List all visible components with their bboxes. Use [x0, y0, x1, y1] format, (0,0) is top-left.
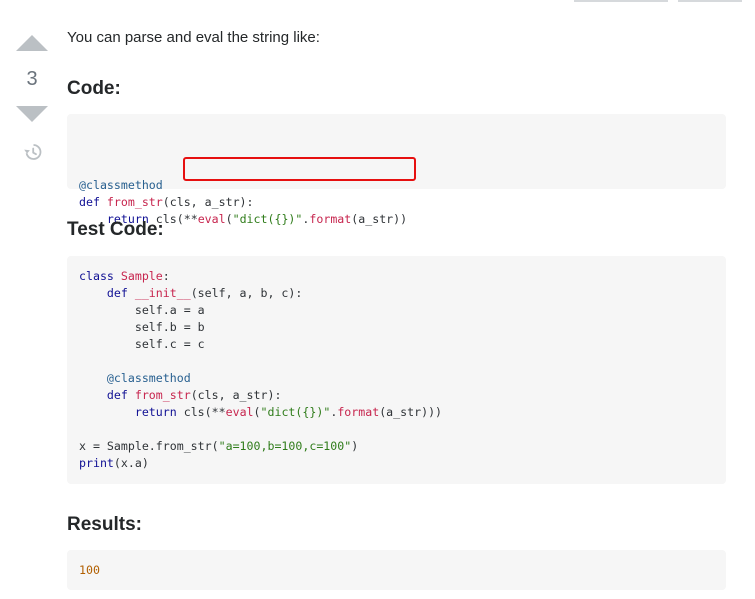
top-divider-left	[574, 0, 668, 2]
code-line: @classmethod	[106, 371, 191, 385]
code-line: print(x.a)	[79, 456, 149, 470]
code-line: def from_str(cls, a_str):	[106, 388, 282, 402]
code-line: return cls(**eval("dict({})".format(a_st…	[134, 405, 443, 419]
heading-test-code: Test Code:	[67, 219, 164, 240]
code-line: self.c = c	[79, 337, 205, 351]
code-line: def from_str(cls, a_str):	[79, 195, 254, 209]
code-line: x = Sample.from_str("a=100,b=100,c=100")	[79, 439, 359, 453]
upvote-arrow-icon[interactable]	[16, 35, 48, 51]
code-block-results: 100	[67, 550, 726, 590]
code-line: 100	[79, 563, 100, 577]
downvote-arrow-icon[interactable]	[16, 106, 48, 122]
top-divider-right	[678, 0, 742, 2]
code-block-test: class Sample: def __init__(self, a, b, c…	[67, 256, 726, 484]
code-line: @classmethod	[79, 178, 163, 192]
code-line: return cls(**eval("dict({})".format(a_st…	[106, 212, 408, 226]
code-block-main: @classmethod def from_str(cls, a_str): re…	[67, 114, 726, 226]
code-line: self.a = a	[79, 303, 205, 317]
answer-intro-text: You can parse and eval the string like:	[67, 29, 320, 46]
heading-code: Code:	[67, 78, 121, 99]
code-line: self.b = b	[79, 320, 205, 334]
vote-count: 3	[26, 68, 38, 90]
code-line: def __init__(self, a, b, c):	[106, 286, 303, 300]
heading-results: Results:	[67, 514, 142, 535]
code-line: class Sample:	[79, 269, 170, 283]
history-icon[interactable]	[23, 142, 43, 162]
